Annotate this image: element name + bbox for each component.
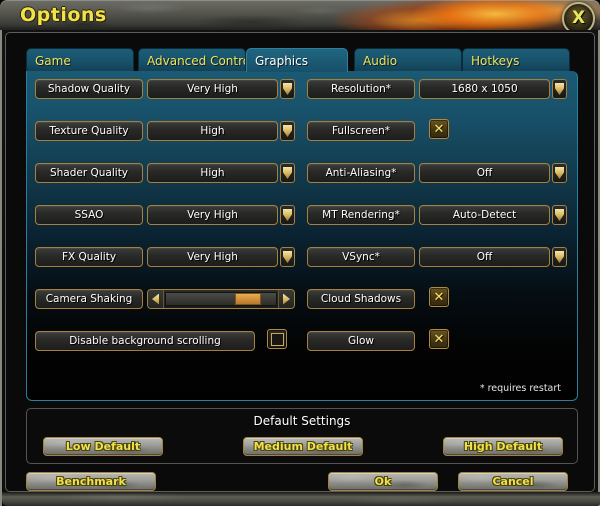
dropdown-value-mt-rendering: Auto-Detect bbox=[419, 205, 550, 225]
dropdown-anti-aliasing[interactable]: Off bbox=[419, 163, 567, 183]
dropdown-value-resolution: 1680 x 1050 bbox=[419, 79, 550, 99]
label-disable-background-scrolling[interactable]: Disable background scrolling bbox=[35, 331, 255, 351]
dropdown-shadow-quality[interactable]: Very High bbox=[147, 79, 295, 99]
label-glow[interactable]: Glow bbox=[307, 331, 415, 351]
window-frame: Game Advanced Controls Graphics Audio Ho… bbox=[0, 30, 600, 506]
dropdown-value-texture-quality: High bbox=[147, 121, 278, 141]
setting-row-cloud-shadows: Cloud Shadows ✕ bbox=[307, 287, 575, 309]
setting-row-fx-quality: FX Quality Very High bbox=[35, 247, 303, 267]
slider-camera-shaking[interactable] bbox=[147, 289, 295, 309]
low-default-button[interactable]: Low Default bbox=[43, 437, 163, 456]
setting-row-anti-aliasing: Anti-Aliasing* Off bbox=[307, 163, 575, 183]
cancel-button[interactable]: Cancel bbox=[458, 472, 568, 491]
check-x-icon: ✕ bbox=[433, 121, 445, 137]
medium-default-button[interactable]: Medium Default bbox=[243, 437, 363, 456]
setting-row-vsync: VSync* Off bbox=[307, 247, 575, 267]
label-shader-quality[interactable]: Shader Quality bbox=[35, 163, 143, 183]
chevron-down-icon[interactable] bbox=[280, 163, 295, 183]
arrow-left-icon[interactable] bbox=[148, 290, 164, 308]
label-fx-quality[interactable]: FX Quality bbox=[35, 247, 143, 267]
dropdown-value-shadow-quality: Very High bbox=[147, 79, 278, 99]
dropdown-resolution[interactable]: 1680 x 1050 bbox=[419, 79, 567, 99]
dropdown-vsync[interactable]: Off bbox=[419, 247, 567, 267]
checkbox-glow[interactable]: ✕ bbox=[429, 329, 449, 349]
setting-row-glow: Glow ✕ bbox=[307, 329, 575, 351]
dropdown-shader-quality[interactable]: High bbox=[147, 163, 295, 183]
settings-column-left: Shadow Quality Very High Texture Quality… bbox=[35, 79, 303, 373]
checkbox-inner-square bbox=[270, 332, 284, 346]
dropdown-value-shader-quality: High bbox=[147, 163, 278, 183]
requires-restart-note: * requires restart bbox=[479, 383, 561, 394]
chevron-down-icon[interactable] bbox=[280, 205, 295, 225]
setting-row-ssao: SSAO Very High bbox=[35, 205, 303, 225]
tab-hotkeys[interactable]: Hotkeys bbox=[462, 48, 570, 72]
page-title: Options bbox=[20, 4, 107, 26]
label-anti-aliasing[interactable]: Anti-Aliasing* bbox=[307, 163, 415, 183]
dropdown-value-fx-quality: Very High bbox=[147, 247, 278, 267]
default-settings-panel: Default Settings Low Default Medium Defa… bbox=[26, 408, 578, 464]
label-camera-shaking[interactable]: Camera Shaking bbox=[35, 289, 143, 309]
dropdown-value-vsync: Off bbox=[419, 247, 550, 267]
tab-graphics[interactable]: Graphics bbox=[246, 48, 348, 72]
chevron-down-icon[interactable] bbox=[552, 247, 567, 267]
checkbox-disable-background-scrolling[interactable] bbox=[267, 329, 287, 349]
setting-row-resolution: Resolution* 1680 x 1050 bbox=[307, 79, 575, 99]
arrow-right-icon[interactable] bbox=[278, 290, 294, 308]
chevron-down-icon[interactable] bbox=[552, 79, 567, 99]
tab-advanced-controls[interactable]: Advanced Controls bbox=[138, 48, 246, 72]
label-resolution[interactable]: Resolution* bbox=[307, 79, 415, 99]
dropdown-value-anti-aliasing: Off bbox=[419, 163, 550, 183]
settings-column-right: Resolution* 1680 x 1050 Fullscreen* ✕ An… bbox=[307, 79, 575, 373]
chevron-down-icon[interactable] bbox=[280, 79, 295, 99]
checkbox-cloud-shadows[interactable]: ✕ bbox=[429, 287, 449, 307]
label-mt-rendering[interactable]: MT Rendering* bbox=[307, 205, 415, 225]
benchmark-button[interactable]: Benchmark bbox=[26, 472, 156, 491]
slider-handle[interactable] bbox=[234, 293, 261, 305]
label-vsync[interactable]: VSync* bbox=[307, 247, 415, 267]
label-ssao[interactable]: SSAO bbox=[35, 205, 143, 225]
options-window: Options X Game Advanced Controls Graphic… bbox=[0, 0, 600, 506]
graphics-settings-panel: Shadow Quality Very High Texture Quality… bbox=[26, 71, 578, 401]
dropdown-value-ssao: Very High bbox=[147, 205, 278, 225]
setting-row-shader-quality: Shader Quality High bbox=[35, 163, 303, 183]
chevron-down-icon[interactable] bbox=[552, 205, 567, 225]
check-x-icon: ✕ bbox=[433, 331, 445, 347]
slider-track[interactable] bbox=[165, 292, 277, 306]
high-default-button[interactable]: High Default bbox=[443, 437, 563, 456]
setting-row-disable-background-scrolling: Disable background scrolling bbox=[35, 329, 303, 351]
setting-row-fullscreen: Fullscreen* ✕ bbox=[307, 119, 575, 141]
label-cloud-shadows[interactable]: Cloud Shadows bbox=[307, 289, 415, 309]
tab-audio[interactable]: Audio bbox=[354, 48, 462, 72]
tab-game[interactable]: Game bbox=[26, 48, 134, 72]
title-bar: Options X bbox=[0, 0, 600, 35]
setting-row-shadow-quality: Shadow Quality Very High bbox=[35, 79, 303, 99]
setting-row-camera-shaking: Camera Shaking bbox=[35, 289, 303, 309]
label-shadow-quality[interactable]: Shadow Quality bbox=[35, 79, 143, 99]
dropdown-mt-rendering[interactable]: Auto-Detect bbox=[419, 205, 567, 225]
window-footer-trim bbox=[2, 492, 600, 506]
default-settings-title: Default Settings bbox=[253, 414, 351, 428]
dropdown-texture-quality[interactable]: High bbox=[147, 121, 295, 141]
tab-bar: Game Advanced Controls Graphics Audio Ho… bbox=[26, 48, 578, 72]
checkbox-fullscreen[interactable]: ✕ bbox=[429, 119, 449, 139]
setting-row-texture-quality: Texture Quality High bbox=[35, 121, 303, 141]
ok-button[interactable]: Ok bbox=[328, 472, 438, 491]
chevron-down-icon[interactable] bbox=[280, 121, 295, 141]
dropdown-fx-quality[interactable]: Very High bbox=[147, 247, 295, 267]
label-texture-quality[interactable]: Texture Quality bbox=[35, 121, 143, 141]
label-fullscreen[interactable]: Fullscreen* bbox=[307, 121, 415, 141]
dropdown-ssao[interactable]: Very High bbox=[147, 205, 295, 225]
setting-row-mt-rendering: MT Rendering* Auto-Detect bbox=[307, 205, 575, 225]
chevron-down-icon[interactable] bbox=[552, 163, 567, 183]
chevron-down-icon[interactable] bbox=[280, 247, 295, 267]
check-x-icon: ✕ bbox=[433, 289, 445, 305]
